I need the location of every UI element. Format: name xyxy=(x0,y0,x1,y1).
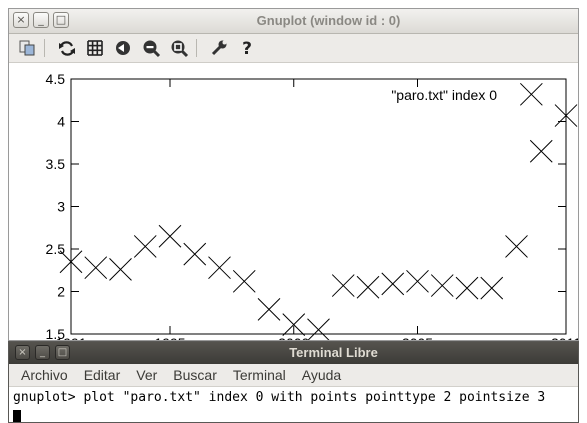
previous-zoom-icon[interactable] xyxy=(113,38,133,58)
terminal-menubar: Archivo Editar Ver Buscar Terminal Ayuda xyxy=(9,364,578,387)
data-point xyxy=(109,258,132,281)
data-point xyxy=(505,235,528,258)
menu-archivo[interactable]: Archivo xyxy=(13,367,76,383)
y-tick-label: 4.5 xyxy=(46,71,66,87)
data-point xyxy=(455,276,479,300)
menu-terminal[interactable]: Terminal xyxy=(225,367,294,383)
data-point xyxy=(406,269,429,293)
data-point xyxy=(331,274,355,297)
terminal-title: Terminal Libre xyxy=(289,345,378,360)
scatter-chart: 1.522.533.544.519911995200020052011"paro… xyxy=(46,71,578,340)
data-point xyxy=(430,274,454,297)
terminal-prompt: gnuplot> xyxy=(13,390,84,405)
replot-icon[interactable] xyxy=(57,38,77,58)
toolbar-separator xyxy=(44,39,45,57)
plot-border xyxy=(70,78,567,335)
terminal-command-line[interactable]: gnuplot> plot "paro.txt" index 0 with po… xyxy=(9,387,578,408)
y-tick-label: 2 xyxy=(57,284,65,300)
plot-area: 1.522.533.544.519911995200020052011"paro… xyxy=(9,62,578,340)
terminal-titlebar[interactable]: × _ □ Terminal Libre xyxy=(9,342,578,364)
data-point xyxy=(529,139,553,163)
data-point xyxy=(381,272,405,296)
window-title: Gnuplot (window id : 0) xyxy=(256,13,401,28)
autoscale-icon[interactable] xyxy=(169,38,189,58)
y-tick-label: 4 xyxy=(57,114,65,130)
data-point xyxy=(208,256,231,280)
data-point xyxy=(84,256,108,280)
gnuplot-window: × _ □ Gnuplot (window id : 0) ? 1.5 2 2.… xyxy=(8,8,579,341)
y-tick-label: 2.5 xyxy=(46,241,66,257)
legend-marker xyxy=(519,82,543,106)
data-point xyxy=(356,275,380,299)
terminal-cursor-line xyxy=(9,408,578,422)
legend-label: "paro.txt" index 0 xyxy=(391,87,497,103)
y-tick-label: 3 xyxy=(57,199,65,215)
terminal-command: plot "paro.txt" index 0 with points poin… xyxy=(83,390,546,405)
grid-icon[interactable] xyxy=(85,38,105,58)
next-zoom-icon[interactable] xyxy=(141,38,161,58)
svg-text:?: ? xyxy=(242,39,252,58)
menu-buscar[interactable]: Buscar xyxy=(165,367,225,383)
data-point xyxy=(307,318,330,340)
gnuplot-titlebar[interactable]: × _ □ Gnuplot (window id : 0) xyxy=(9,9,578,34)
data-point xyxy=(133,235,157,258)
data-point xyxy=(480,276,504,300)
menu-ver[interactable]: Ver xyxy=(128,367,165,383)
help-icon[interactable]: ? xyxy=(237,38,257,58)
data-point xyxy=(257,297,281,321)
terminal-window: × _ □ Terminal Libre Archivo Editar Ver … xyxy=(8,341,579,423)
settings-wrench-icon[interactable] xyxy=(209,38,229,58)
toolbar-separator xyxy=(196,39,197,57)
menu-editar[interactable]: Editar xyxy=(76,367,129,383)
menu-ayuda[interactable]: Ayuda xyxy=(294,367,349,383)
text-cursor xyxy=(13,410,21,422)
data-point xyxy=(232,269,256,293)
gnuplot-toolbar: ? xyxy=(9,34,578,63)
y-tick-label: 3.5 xyxy=(46,156,66,172)
data-point xyxy=(158,224,182,248)
copy-to-clipboard-icon[interactable] xyxy=(17,38,37,58)
data-point xyxy=(183,242,207,266)
